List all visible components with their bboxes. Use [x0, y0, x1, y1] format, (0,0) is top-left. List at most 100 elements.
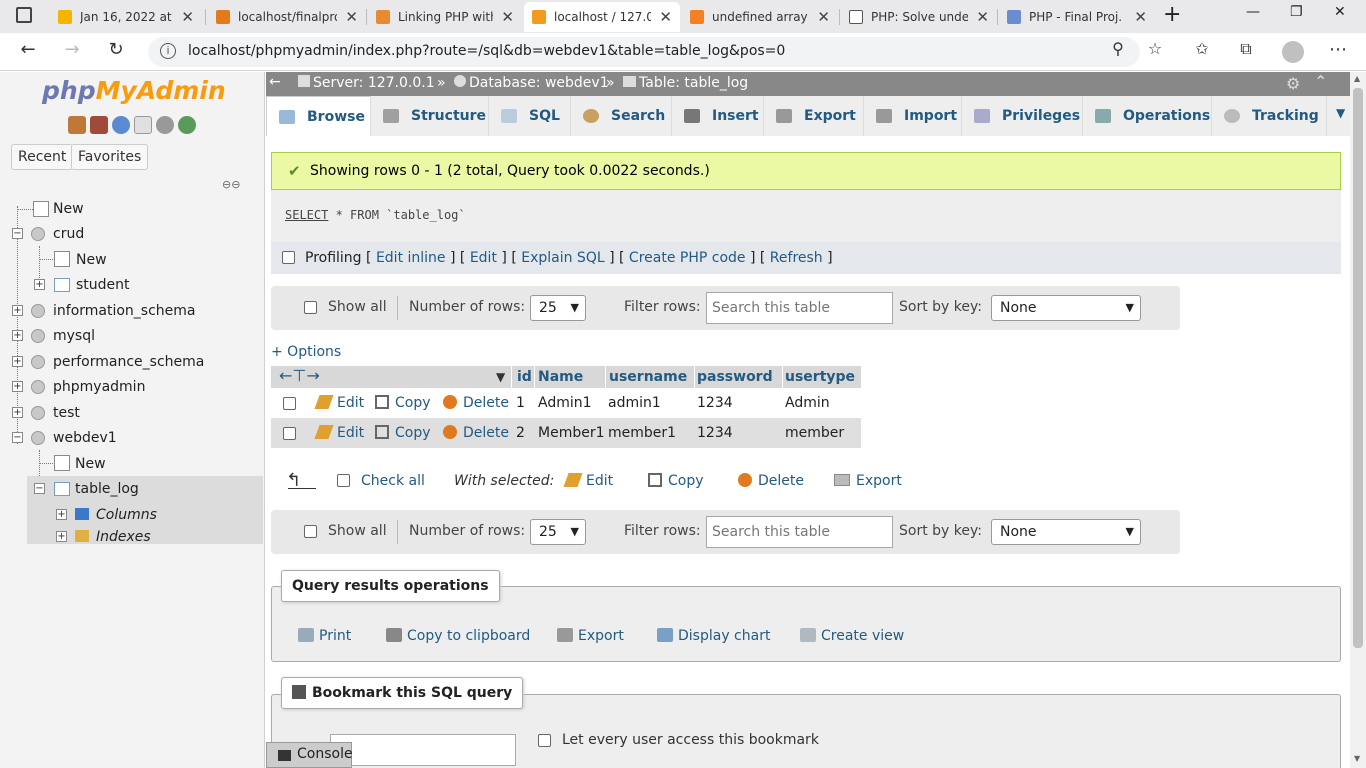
- profile-avatar[interactable]: [1282, 41, 1304, 63]
- link-icon[interactable]: ⊖⊖: [222, 178, 240, 191]
- browser-tab[interactable]: PHP: Solve undef ✕: [841, 2, 997, 32]
- row-copy-button[interactable]: Copy: [375, 425, 431, 441]
- collapse-top-icon[interactable]: ⌃: [1314, 72, 1327, 91]
- recent-tab[interactable]: Recent: [11, 144, 74, 170]
- browser-tab[interactable]: undefined array k ✕: [682, 2, 838, 32]
- refresh-link[interactable]: Refresh: [770, 250, 823, 266]
- close-tab-icon[interactable]: ✕: [817, 8, 830, 26]
- tree-item-columns[interactable]: Columns: [96, 507, 157, 523]
- sort-by-key-select[interactable]: None ▼: [991, 295, 1141, 321]
- row-copy-button[interactable]: Copy: [375, 395, 431, 411]
- browser-tab-active[interactable]: localhost / 127.0. ✕: [524, 2, 680, 32]
- close-tab-icon[interactable]: ✕: [1134, 8, 1147, 26]
- column-header-usertype[interactable]: usertype: [785, 369, 855, 385]
- browser-tab[interactable]: localhost/finalpro ✕: [208, 2, 366, 32]
- tab-search[interactable]: Search: [571, 96, 672, 136]
- expand-icon[interactable]: +: [12, 330, 23, 341]
- tree-item-crud-new[interactable]: New: [76, 252, 107, 268]
- close-tab-icon[interactable]: ✕: [181, 8, 194, 26]
- home-icon[interactable]: [68, 116, 86, 134]
- create-view-link[interactable]: Create view: [800, 628, 904, 644]
- tab-structure[interactable]: Structure: [371, 96, 489, 136]
- bulk-edit-button[interactable]: Edit: [563, 473, 613, 489]
- show-all-checkbox[interactable]: [304, 525, 317, 538]
- column-resize-arrows-icon[interactable]: ←⊤→: [279, 366, 320, 385]
- back-arrow-icon[interactable]: ←: [16, 39, 40, 60]
- tab-browse[interactable]: Browse: [266, 96, 371, 136]
- export-link[interactable]: Export: [557, 628, 624, 644]
- edit-link[interactable]: Edit: [470, 250, 497, 266]
- tree-item-student[interactable]: student: [76, 277, 130, 293]
- expand-icon[interactable]: +: [34, 279, 45, 290]
- tree-item-information-schema[interactable]: information_schema: [53, 303, 196, 319]
- sql-query-text[interactable]: SELECT * FROM `table_log`: [285, 208, 466, 222]
- cell-name[interactable]: Admin1: [538, 395, 592, 411]
- scrollbar-thumb[interactable]: [1353, 88, 1363, 648]
- tree-item-phpmyadmin[interactable]: phpmyadmin: [53, 379, 145, 395]
- explain-sql-link[interactable]: Explain SQL: [521, 250, 604, 266]
- column-header-name[interactable]: Name: [538, 369, 583, 385]
- bookmark-label-input[interactable]: [330, 734, 516, 766]
- tree-item-performance-schema[interactable]: performance_schema: [53, 354, 204, 370]
- cell-username[interactable]: member1: [608, 425, 676, 441]
- browser-tab[interactable]: Linking PHP with ✕: [368, 2, 522, 32]
- column-header-id[interactable]: id: [517, 369, 532, 385]
- expand-icon[interactable]: +: [12, 356, 23, 367]
- tree-item-webdev1[interactable]: webdev1: [53, 430, 117, 446]
- minimize-icon[interactable]: —: [1246, 4, 1260, 20]
- print-link[interactable]: Print: [298, 628, 351, 644]
- row-checkbox[interactable]: [283, 397, 296, 410]
- more-tabs-dropdown-icon[interactable]: ▼: [1336, 106, 1345, 120]
- cell-id[interactable]: 2: [516, 425, 525, 441]
- expand-icon[interactable]: +: [56, 509, 67, 520]
- logout-icon[interactable]: [90, 116, 108, 134]
- tab-tracking[interactable]: Tracking: [1212, 96, 1327, 136]
- profiling-checkbox[interactable]: [282, 251, 295, 264]
- row-checkbox[interactable]: [283, 427, 296, 440]
- close-tab-icon[interactable]: ✕: [976, 8, 989, 26]
- row-edit-button[interactable]: Edit: [314, 395, 364, 411]
- create-php-code-link[interactable]: Create PHP code: [629, 250, 746, 266]
- expand-icon[interactable]: +: [12, 407, 23, 418]
- tab-privileges[interactable]: Privileges: [962, 96, 1083, 136]
- row-delete-button[interactable]: Delete: [443, 425, 509, 441]
- expand-icon[interactable]: +: [56, 531, 67, 542]
- options-link[interactable]: + Options: [271, 344, 341, 360]
- breadcrumb-table[interactable]: Table: table_log: [623, 75, 748, 91]
- favorites-icon[interactable]: ✩: [1190, 39, 1214, 58]
- show-all-checkbox[interactable]: [304, 301, 317, 314]
- tree-item-indexes[interactable]: Indexes: [96, 529, 151, 545]
- tab-import[interactable]: Import: [864, 96, 962, 136]
- browser-tab[interactable]: Jan 16, 2022 at 1 ✕: [50, 2, 202, 32]
- url-text[interactable]: localhost/phpmyadmin/index.php?route=/sq…: [188, 43, 785, 59]
- breadcrumb-database[interactable]: Database: webdev1: [454, 75, 609, 91]
- tree-item-test[interactable]: test: [53, 405, 80, 421]
- collapse-icon[interactable]: −: [34, 483, 45, 494]
- expand-icon[interactable]: +: [12, 381, 23, 392]
- docs-icon[interactable]: [134, 116, 152, 134]
- breadcrumb-server[interactable]: Server: 127.0.0.1: [298, 75, 435, 91]
- cell-usertype[interactable]: Admin: [785, 395, 830, 411]
- column-header-username[interactable]: username: [609, 369, 687, 385]
- check-all-checkbox[interactable]: [337, 474, 350, 487]
- bulk-copy-button[interactable]: Copy: [648, 473, 704, 489]
- help-icon[interactable]: [112, 116, 130, 134]
- row-edit-button[interactable]: Edit: [314, 425, 364, 441]
- tab-export[interactable]: Export: [764, 96, 864, 136]
- favorites-tab[interactable]: Favorites: [71, 144, 149, 170]
- cell-id[interactable]: 1: [516, 395, 525, 411]
- settings-gear-icon[interactable]: ⚙: [1286, 74, 1300, 93]
- row-delete-button[interactable]: Delete: [443, 395, 509, 411]
- share-bookmark-checkbox[interactable]: [538, 734, 551, 747]
- more-options-icon[interactable]: ⋯: [1326, 39, 1350, 60]
- collapse-icon[interactable]: −: [12, 228, 23, 239]
- bulk-delete-button[interactable]: Delete: [738, 473, 804, 489]
- maximize-icon[interactable]: ❐: [1290, 4, 1303, 20]
- tab-sql[interactable]: SQL: [489, 96, 571, 136]
- tab-operations[interactable]: Operations: [1083, 96, 1212, 136]
- rows-per-page-select[interactable]: 25 ▼: [530, 519, 586, 545]
- close-tab-icon[interactable]: ✕: [345, 8, 358, 26]
- zoom-icon[interactable]: ⚲: [1106, 39, 1130, 58]
- filter-rows-input[interactable]: Search this table: [706, 516, 893, 548]
- close-window-icon[interactable]: ✕: [1334, 4, 1346, 20]
